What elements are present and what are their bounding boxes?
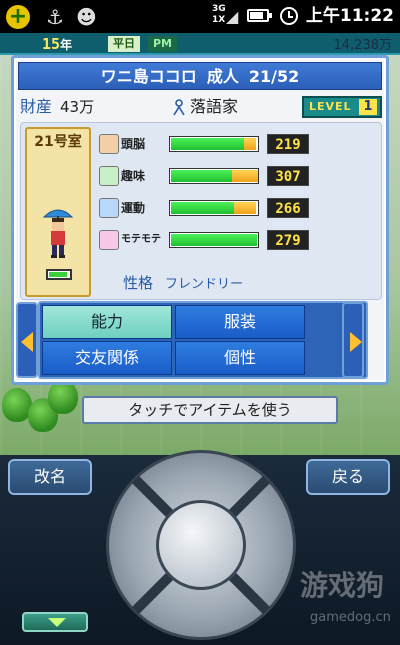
stats-area: 21号室 頭脳 219 趣味 307 運動 266 モテモテ 279 性格 フレ…	[20, 122, 382, 300]
arrow-right-icon	[350, 332, 362, 352]
stat-row-sports: 運動 266	[99, 197, 377, 219]
rename-button[interactable]: 改名	[8, 459, 92, 495]
period-badge: PM	[148, 36, 178, 52]
weekday-badge: 平日	[108, 36, 140, 52]
stat-bar	[169, 200, 259, 216]
stat-bar	[169, 168, 259, 184]
stat-row-brain: 頭脳 219	[99, 133, 377, 155]
job-label: 落語家	[190, 97, 239, 116]
android-icon: ☻	[76, 5, 97, 29]
room-label: 21号室	[34, 134, 82, 150]
scroll-down-button[interactable]	[22, 612, 88, 632]
stat-bar	[169, 232, 259, 248]
stat-label: 趣味	[121, 169, 146, 183]
hobby-icon	[99, 166, 119, 186]
stat-bar-fill-bonus	[244, 138, 256, 150]
stat-bar-fill	[171, 202, 234, 214]
job-icon	[173, 99, 185, 116]
stat-row-hobby: 趣味 307	[99, 165, 377, 187]
character-title-bar: ワニ島ココロ 成人 21/52	[18, 62, 382, 90]
character-status-panel: ワニ島ココロ成人 21/52 財産 43万 落語家 LEVEL 1 21号室	[11, 55, 389, 385]
personality-row: 性格 フレンドリー	[123, 273, 243, 295]
tab-clothing[interactable]: 服装	[175, 305, 305, 339]
stat-label: 頭脳	[121, 137, 146, 151]
next-page-button[interactable]	[342, 302, 364, 378]
popularity-icon	[99, 230, 119, 250]
character-info-row: 財産 43万 落語家 LEVEL 1	[20, 94, 382, 120]
brain-icon	[99, 134, 119, 154]
network-type: 3G 1X	[212, 4, 226, 25]
stat-bar	[169, 136, 259, 152]
arrow-down-icon	[48, 618, 66, 627]
arrow-left-icon	[21, 332, 33, 352]
character-sprite	[42, 209, 74, 258]
use-item-hint[interactable]: タッチでアイテムを使う	[82, 396, 338, 424]
alarm-icon	[280, 7, 298, 25]
watermark-url: gamedog.cn	[310, 610, 391, 625]
personality-value: フレンドリー	[165, 277, 244, 292]
stat-row-popularity: モテモテ 279	[99, 229, 377, 251]
assets-label: 財産	[20, 97, 53, 116]
energy-battery-icon	[46, 269, 72, 280]
signal-icon: ◢	[226, 7, 239, 26]
character-name: ワニ島ココロ	[100, 67, 197, 86]
level-value: 1	[359, 99, 377, 115]
stat-value: 219	[267, 134, 309, 154]
stat-bar-fill-bonus	[232, 170, 258, 182]
status-bar: + ⚓ ☻ 3G 1X ◢ 上午11:22	[0, 0, 400, 33]
game-day: 15年	[42, 35, 73, 53]
battery-icon	[247, 9, 272, 22]
stat-label: 運動	[121, 201, 146, 215]
stat-value: 307	[267, 166, 309, 186]
prev-page-button[interactable]	[16, 302, 38, 378]
room-portrait: 21号室	[25, 127, 91, 297]
stat-bar-fill	[171, 234, 257, 246]
assets-value: 43万	[60, 98, 95, 116]
tab-ability[interactable]: 能力	[42, 305, 172, 339]
tab-personality[interactable]: 個性	[175, 341, 305, 375]
tab-relationships[interactable]: 交友関係	[42, 341, 172, 375]
stat-value: 266	[267, 198, 309, 218]
level-label: LEVEL	[309, 100, 352, 113]
personality-label: 性格	[123, 274, 154, 292]
stat-bar-fill	[171, 138, 244, 150]
stat-bar-fill-bonus	[234, 202, 256, 214]
tree-sprite	[48, 380, 78, 414]
usb-icon: ⚓	[46, 5, 64, 29]
watermark-text: 游戏狗	[300, 569, 385, 602]
level-badge: LEVEL 1	[302, 96, 382, 118]
stat-label: モテモテ	[121, 234, 161, 245]
back-button[interactable]: 戻る	[306, 459, 390, 495]
dpad-center-button[interactable]	[156, 500, 246, 590]
total-money: 14,238万	[333, 38, 393, 53]
status-time: 上午11:22	[305, 6, 394, 26]
character-status: 成人	[206, 67, 239, 86]
character-count: 21/52	[248, 67, 300, 86]
stat-value: 279	[267, 230, 309, 250]
stat-bar-fill	[171, 170, 232, 182]
tab-grid: 能力 服装 交友関係 個性	[38, 301, 368, 379]
plus-icon: +	[6, 5, 30, 29]
sports-icon	[99, 198, 119, 218]
